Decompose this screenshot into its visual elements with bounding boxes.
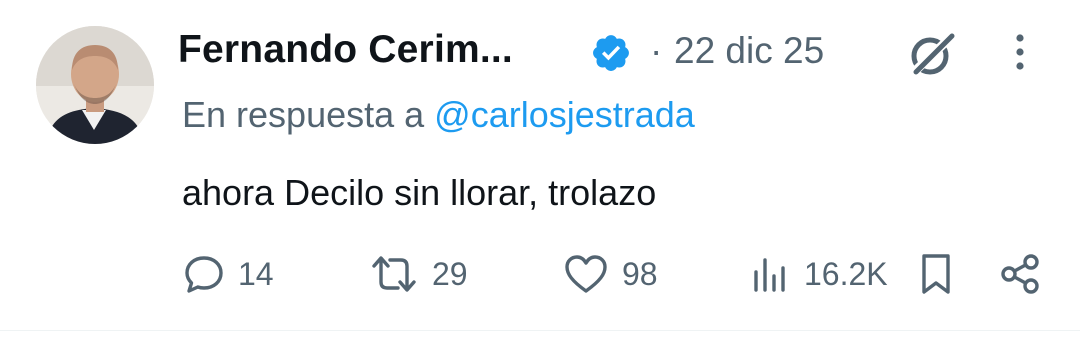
verified-badge-icon[interactable] [590,32,632,74]
tweet-date[interactable]: 22 dic 25 [674,30,824,72]
reply-handle-link[interactable]: @carlosjestrada [434,94,695,135]
date-separator: · [650,30,663,71]
share-icon [1001,254,1039,294]
share-button[interactable] [998,250,1042,298]
like-button[interactable]: 98 [562,250,658,298]
tweet-card[interactable]: Fernando Cerim... · 22 dic 25 En respues… [0,0,1080,330]
bookmark-button[interactable] [916,250,956,298]
views-chart-icon [754,258,785,292]
views-button[interactable]: 16.2K [748,250,888,298]
grok-icon[interactable] [904,30,958,78]
reply-button[interactable]: 14 [182,250,274,298]
like-count: 98 [622,255,658,292]
divider [0,330,1080,331]
avatar-photo [36,26,154,144]
tweet-text: ahora Decilo sin llorar, trolazo [182,172,657,213]
views-count: 16.2K [804,255,888,292]
heart-icon [565,255,607,293]
avatar[interactable] [36,26,154,144]
more-options-icon[interactable] [1006,30,1034,76]
reply-context: En respuesta a @carlosjestrada [182,94,695,136]
retweet-count: 29 [432,255,468,292]
author-name[interactable]: Fernando Cerim... [178,28,513,72]
retweet-icon [372,256,416,292]
reply-icon [185,256,223,293]
reply-count: 14 [238,255,274,292]
bookmark-icon [922,254,950,294]
reply-prefix: En respuesta a [182,94,425,135]
retweet-button[interactable]: 29 [368,250,468,298]
